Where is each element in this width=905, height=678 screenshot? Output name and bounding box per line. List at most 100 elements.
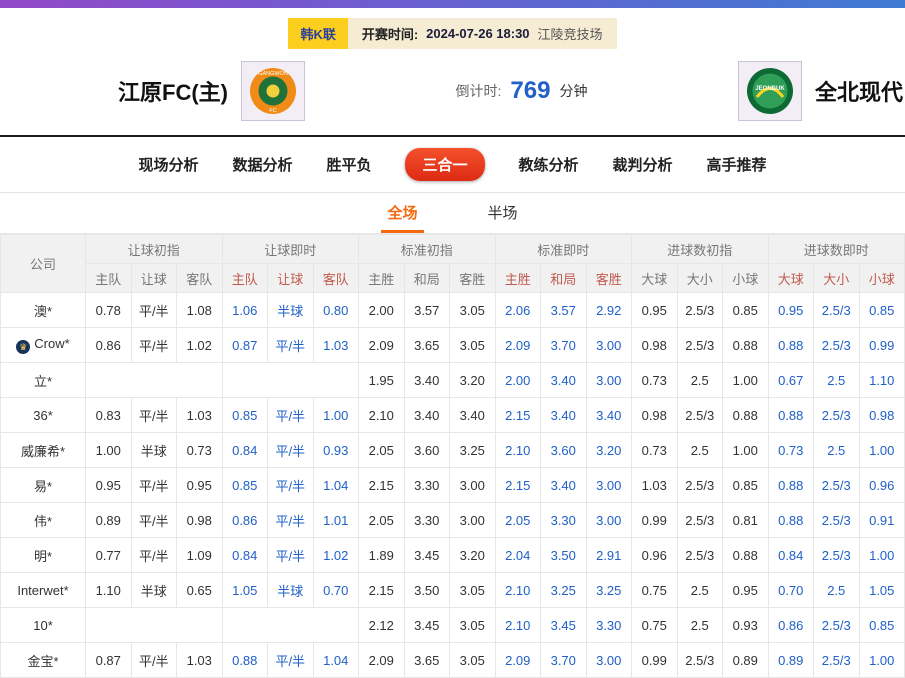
odds-cell[interactable]: 2.5 xyxy=(814,433,860,468)
company-cell[interactable]: 36* xyxy=(1,398,86,433)
odds-cell[interactable]: 0.85 xyxy=(222,468,268,503)
odds-cell[interactable]: 2.00 xyxy=(495,363,541,398)
odds-cell[interactable]: 0.86 xyxy=(222,503,268,538)
odds-cell[interactable]: 平/半 xyxy=(268,503,314,538)
odds-cell[interactable]: 2.04 xyxy=(495,538,541,573)
company-cell[interactable]: 明* xyxy=(1,538,86,573)
nav-tab-three-in-one[interactable]: 三合一 xyxy=(405,148,484,181)
odds-cell[interactable]: 2.10 xyxy=(495,573,541,608)
odds-cell[interactable]: 1.03 xyxy=(313,328,359,363)
odds-cell[interactable]: 3.25 xyxy=(586,573,632,608)
subtab-half-match[interactable]: 半场 xyxy=(482,193,524,233)
odds-cell[interactable]: 2.05 xyxy=(495,503,541,538)
odds-cell[interactable]: 1.06 xyxy=(222,293,268,328)
odds-cell[interactable]: 0.89 xyxy=(768,643,814,678)
odds-cell[interactable]: 2.5/3 xyxy=(814,468,860,503)
odds-cell[interactable]: 2.15 xyxy=(495,468,541,503)
company-cell[interactable]: ♛Crow* xyxy=(1,328,86,363)
odds-cell[interactable]: 0.84 xyxy=(222,433,268,468)
odds-cell[interactable]: 0.98 xyxy=(859,398,905,433)
odds-cell[interactable]: 0.67 xyxy=(768,363,814,398)
odds-cell[interactable]: 3.00 xyxy=(586,468,632,503)
odds-cell[interactable]: 0.70 xyxy=(313,573,359,608)
company-cell[interactable]: 立* xyxy=(1,363,86,398)
league-badge[interactable]: 韩K联 xyxy=(288,18,347,49)
odds-cell[interactable]: 0.73 xyxy=(768,433,814,468)
odds-cell[interactable]: 2.10 xyxy=(495,433,541,468)
odds-cell[interactable]: 1.00 xyxy=(859,538,905,573)
odds-cell[interactable]: 0.99 xyxy=(859,328,905,363)
odds-cell[interactable]: 1.00 xyxy=(859,643,905,678)
odds-cell[interactable]: 0.70 xyxy=(768,573,814,608)
odds-cell[interactable]: 2.5/3 xyxy=(814,503,860,538)
odds-cell[interactable]: 2.92 xyxy=(586,293,632,328)
odds-cell[interactable]: 3.00 xyxy=(586,643,632,678)
odds-cell[interactable]: 1.00 xyxy=(859,433,905,468)
company-cell[interactable]: 伟* xyxy=(1,503,86,538)
nav-tab-referee-analysis[interactable]: 裁判分析 xyxy=(613,154,673,175)
nav-tab-coach-analysis[interactable]: 教练分析 xyxy=(519,154,579,175)
odds-cell[interactable]: 3.20 xyxy=(586,433,632,468)
odds-cell[interactable]: 1.10 xyxy=(859,363,905,398)
odds-cell[interactable]: 0.88 xyxy=(768,468,814,503)
odds-cell[interactable]: 0.80 xyxy=(313,293,359,328)
odds-cell[interactable]: 2.91 xyxy=(586,538,632,573)
odds-cell[interactable]: 0.91 xyxy=(859,503,905,538)
odds-cell[interactable]: 半球 xyxy=(268,573,314,608)
odds-cell[interactable]: 3.00 xyxy=(586,328,632,363)
company-cell[interactable]: 金宝* xyxy=(1,643,86,678)
odds-cell[interactable]: 平/半 xyxy=(268,433,314,468)
odds-cell[interactable]: 3.60 xyxy=(541,433,587,468)
odds-cell[interactable]: 3.40 xyxy=(541,468,587,503)
odds-cell[interactable]: 3.45 xyxy=(541,608,587,643)
odds-cell[interactable]: 2.06 xyxy=(495,293,541,328)
odds-cell[interactable]: 0.88 xyxy=(768,328,814,363)
odds-cell[interactable]: 2.5 xyxy=(814,363,860,398)
odds-cell[interactable]: 2.5/3 xyxy=(814,293,860,328)
nav-tab-win-draw-lose[interactable]: 胜平负 xyxy=(326,154,371,175)
odds-cell[interactable]: 2.5/3 xyxy=(814,643,860,678)
odds-cell[interactable]: 2.10 xyxy=(495,608,541,643)
odds-cell[interactable]: 2.5/3 xyxy=(814,608,860,643)
odds-cell[interactable]: 0.85 xyxy=(222,398,268,433)
odds-cell[interactable]: 0.85 xyxy=(859,293,905,328)
odds-cell[interactable]: 平/半 xyxy=(268,468,314,503)
odds-cell[interactable]: 0.96 xyxy=(859,468,905,503)
subtab-full-match[interactable]: 全场 xyxy=(381,193,423,233)
odds-cell[interactable]: 2.15 xyxy=(495,398,541,433)
odds-cell[interactable]: 2.5/3 xyxy=(814,398,860,433)
odds-cell[interactable]: 0.88 xyxy=(768,398,814,433)
odds-cell[interactable]: 2.09 xyxy=(495,328,541,363)
odds-cell[interactable]: 0.88 xyxy=(768,503,814,538)
odds-cell[interactable]: 0.85 xyxy=(859,608,905,643)
odds-cell[interactable]: 0.93 xyxy=(313,433,359,468)
odds-cell[interactable]: 3.00 xyxy=(586,363,632,398)
nav-tab-data-analysis[interactable]: 数据分析 xyxy=(232,154,292,175)
odds-cell[interactable]: 0.87 xyxy=(222,328,268,363)
odds-cell[interactable]: 1.05 xyxy=(859,573,905,608)
company-cell[interactable]: Interwet* xyxy=(1,573,86,608)
odds-cell[interactable]: 3.30 xyxy=(586,608,632,643)
odds-cell[interactable]: 3.70 xyxy=(541,643,587,678)
odds-cell[interactable]: 3.30 xyxy=(541,503,587,538)
odds-cell[interactable]: 1.00 xyxy=(313,398,359,433)
odds-cell[interactable]: 3.25 xyxy=(541,573,587,608)
odds-cell[interactable]: 3.40 xyxy=(541,398,587,433)
odds-cell[interactable]: 1.05 xyxy=(222,573,268,608)
nav-tab-live-analysis[interactable]: 现场分析 xyxy=(138,154,198,175)
odds-cell[interactable]: 平/半 xyxy=(268,538,314,573)
odds-cell[interactable]: 0.84 xyxy=(768,538,814,573)
odds-cell[interactable]: 1.01 xyxy=(313,503,359,538)
odds-cell[interactable]: 3.50 xyxy=(541,538,587,573)
odds-cell[interactable]: 3.40 xyxy=(586,398,632,433)
odds-cell[interactable]: 1.04 xyxy=(313,643,359,678)
odds-cell[interactable]: 2.5/3 xyxy=(814,538,860,573)
odds-cell[interactable]: 2.09 xyxy=(495,643,541,678)
odds-cell[interactable]: 0.88 xyxy=(222,643,268,678)
odds-cell[interactable]: 平/半 xyxy=(268,643,314,678)
odds-cell[interactable]: 0.86 xyxy=(768,608,814,643)
odds-cell[interactable]: 1.04 xyxy=(313,468,359,503)
odds-cell[interactable]: 3.70 xyxy=(541,328,587,363)
nav-tab-expert-picks[interactable]: 高手推荐 xyxy=(707,154,767,175)
odds-cell[interactable]: 1.02 xyxy=(313,538,359,573)
